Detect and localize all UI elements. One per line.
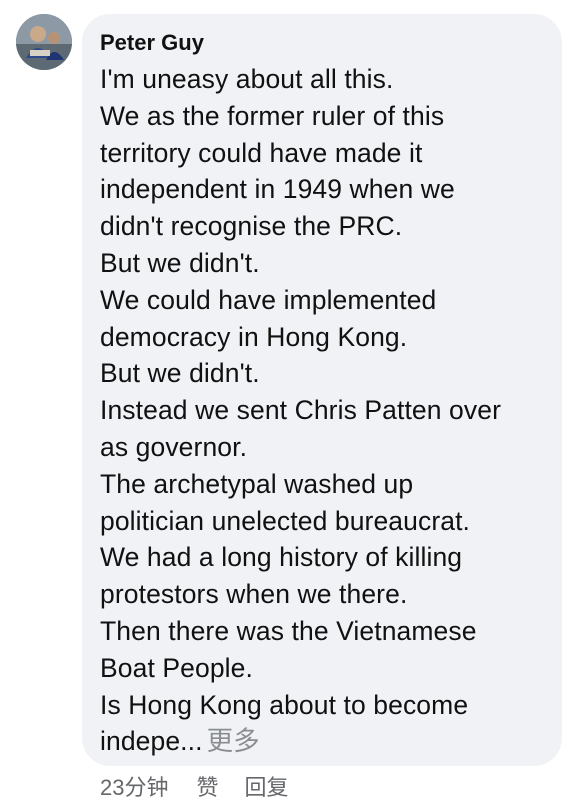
comment-line: Instead we sent Chris Patten over xyxy=(100,395,502,426)
comment-line: didn't recognise the PRC. xyxy=(100,211,403,242)
comment-line: The archetypal washed up xyxy=(100,468,414,499)
comment-line: Boat People. xyxy=(100,652,253,683)
comment-actions: 23分钟 赞 回复 xyxy=(100,771,289,800)
comment-line: I'm uneasy about all this. xyxy=(100,64,394,94)
comment-line: politician unelected bureaucrat. xyxy=(100,505,471,536)
comment-bubble: Peter Guy I'm uneasy about all this. We … xyxy=(82,14,562,766)
comment-line: Is Hong Kong about to become xyxy=(100,689,469,720)
author-avatar[interactable] xyxy=(16,14,72,70)
comment-line: But we didn't. xyxy=(100,358,260,389)
comment-line: We as the former ruler of this xyxy=(100,100,445,131)
comment-text: I'm uneasy about all this. We as the for… xyxy=(100,61,560,760)
comment-line: We could have implemented xyxy=(100,284,437,315)
comment-item: Peter Guy I'm uneasy about all this. We … xyxy=(0,0,587,800)
like-button[interactable]: 赞 xyxy=(196,770,218,800)
comment-timestamp[interactable]: 23分钟 xyxy=(100,770,168,800)
comment-line: protestors when we there. xyxy=(100,579,408,610)
truncated-text: indepe... xyxy=(100,726,203,757)
comment-line: independent in 1949 when we xyxy=(100,174,455,205)
comment-line: Then there was the Vietnamese xyxy=(100,615,477,646)
reply-button[interactable]: 回复 xyxy=(245,770,289,800)
see-more-link[interactable]: 更多 xyxy=(207,726,260,756)
comment-line: territory could have made it xyxy=(100,137,423,168)
comment-line-truncated: indepe... 更多 xyxy=(100,723,560,760)
author-name[interactable]: Peter Guy xyxy=(100,30,204,56)
comment-line: democracy in Hong Kong. xyxy=(100,321,408,352)
comment-line: We had a long history of killing xyxy=(100,542,463,573)
comment-line: as governor. xyxy=(100,431,248,462)
comment-line: But we didn't. xyxy=(100,247,260,278)
avatar-photo-icon xyxy=(16,14,72,70)
